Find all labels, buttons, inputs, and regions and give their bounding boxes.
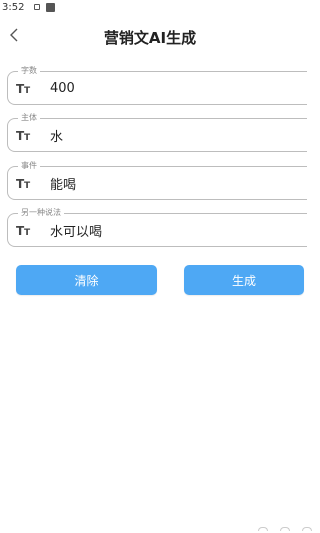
field-label: 另一种说法 — [18, 208, 64, 218]
indicator-dot — [258, 527, 268, 531]
alternate-phrasing-input[interactable] — [50, 222, 250, 238]
text-size-icon: T T — [16, 177, 36, 189]
clear-button[interactable]: 清除 — [16, 265, 157, 295]
indicator-dot — [280, 527, 290, 531]
app-status-icon — [46, 2, 56, 12]
svg-text:T: T — [24, 228, 31, 236]
indicator-dot — [302, 527, 312, 531]
event-field[interactable]: 事件 T T — [7, 161, 307, 200]
word-count-input[interactable] — [50, 80, 250, 96]
bottom-indicator — [258, 527, 312, 531]
subject-field[interactable]: 主体 T T — [7, 113, 307, 152]
event-input[interactable] — [50, 175, 250, 191]
generate-button[interactable]: 生成 — [184, 265, 304, 295]
alternate-phrasing-field[interactable]: 另一种说法 T T — [7, 208, 307, 247]
header: 营销文AI生成 — [0, 18, 300, 54]
notification-icon — [34, 4, 41, 10]
word-count-field[interactable]: 字数 T T — [7, 66, 307, 105]
field-label: 字数 — [18, 66, 40, 76]
svg-text:T: T — [24, 86, 31, 94]
text-size-icon: T T — [16, 129, 36, 141]
text-size-icon: T T — [16, 82, 36, 94]
status-time: 3:52 — [2, 1, 25, 13]
field-label: 事件 — [18, 161, 40, 171]
subject-input[interactable] — [50, 127, 250, 143]
svg-text:T: T — [24, 181, 31, 189]
page-title: 营销文AI生成 — [103, 29, 197, 47]
status-bar: 3:52 — [0, 0, 300, 14]
field-label: 主体 — [18, 113, 40, 123]
svg-text:T: T — [24, 133, 31, 141]
text-size-icon: T T — [16, 224, 36, 236]
